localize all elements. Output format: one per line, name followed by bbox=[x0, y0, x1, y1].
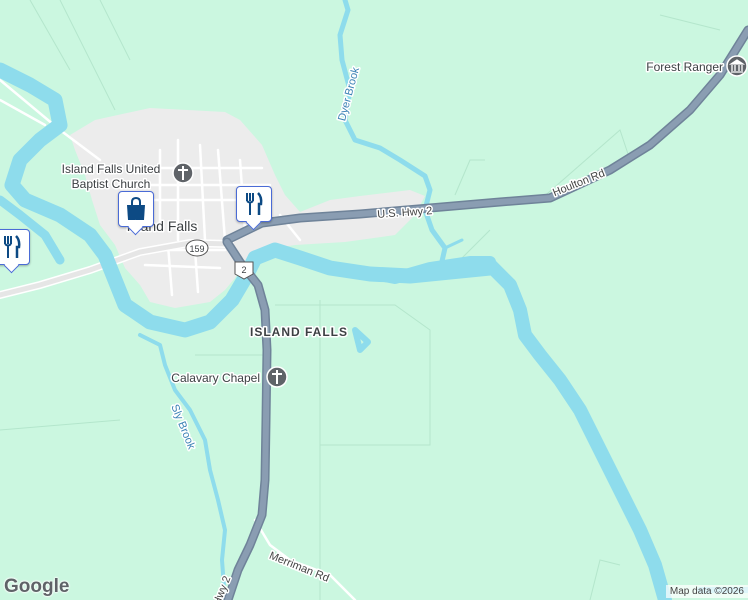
restaurant-pin[interactable] bbox=[0, 229, 30, 265]
attribution[interactable]: Map data ©2026 bbox=[665, 585, 748, 598]
restaurant-icon bbox=[4, 235, 21, 258]
restaurant-icon bbox=[246, 192, 263, 215]
shopping-bag-icon bbox=[127, 196, 145, 220]
map-canvas[interactable]: 159 2 U.S. Hwy 2 Houlton Rd Merriman Rd … bbox=[0, 0, 748, 600]
label-area: ISLAND FALLS bbox=[250, 325, 348, 339]
label-church-line2: Baptist Church bbox=[72, 177, 151, 191]
church-icon[interactable] bbox=[172, 162, 194, 184]
restaurant-pin[interactable] bbox=[236, 186, 272, 222]
svg-text:2: 2 bbox=[241, 265, 246, 275]
shield-159: 159 bbox=[185, 239, 209, 257]
google-logo: Google bbox=[4, 576, 70, 597]
svg-text:159: 159 bbox=[189, 244, 204, 254]
ranger-station-icon[interactable] bbox=[726, 55, 748, 77]
shopping-pin[interactable] bbox=[118, 191, 154, 227]
map-base: 159 2 U.S. Hwy 2 Houlton Rd Merriman Rd … bbox=[0, 0, 748, 600]
label-forest-ranger: Forest Ranger bbox=[646, 60, 723, 74]
label-church-line1: Island Falls United bbox=[62, 162, 161, 176]
church-icon[interactable] bbox=[266, 366, 288, 388]
label-chapel: Calavary Chapel bbox=[171, 371, 260, 385]
